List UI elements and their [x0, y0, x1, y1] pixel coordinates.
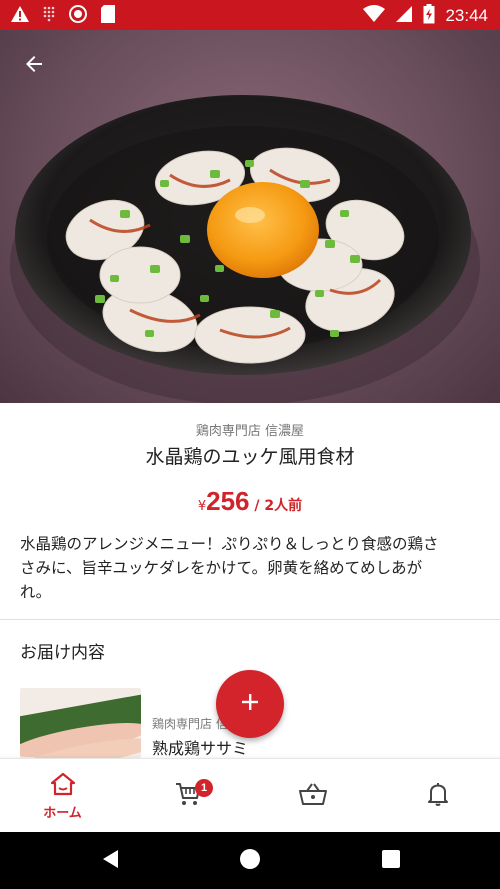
recents-square-icon: [381, 849, 401, 873]
price-value: 256: [206, 486, 250, 516]
warning-icon: [10, 5, 30, 27]
nav-item-basket[interactable]: [250, 759, 375, 833]
status-bar: 23:44: [0, 0, 500, 30]
back-triangle-icon: [100, 848, 120, 874]
signal-icon: [395, 5, 413, 27]
list-item-name[interactable]: 熟成鶏ササミ: [152, 735, 248, 759]
nav-item-cart[interactable]: 1: [125, 759, 250, 833]
product-title: 水晶鶏のユッケ風用食材: [145, 446, 355, 468]
system-navigation-bar: [0, 832, 500, 889]
back-button[interactable]: [16, 48, 52, 84]
price-serving: / 2人前: [249, 498, 303, 514]
arrow-left-icon: [22, 52, 46, 80]
sd-card-icon: [100, 4, 116, 28]
price: ¥256 / 2人前: [0, 486, 500, 517]
nav-label-home: ホーム: [43, 805, 82, 821]
home-icon: [50, 772, 76, 800]
store-name: 鶏肉専門店 信濃屋: [195, 424, 305, 439]
system-back-button[interactable]: [95, 846, 125, 876]
list-item-thumbnail[interactable]: [20, 688, 141, 758]
price-currency: ¥: [197, 499, 207, 514]
divider: [0, 619, 500, 620]
bell-icon: [426, 781, 450, 811]
grid-icon: [42, 5, 56, 27]
record-icon: [68, 4, 88, 28]
product-image: [0, 30, 500, 403]
clock: 23:44: [445, 6, 488, 25]
cart-badge: 1: [195, 779, 213, 797]
system-recents-button[interactable]: [376, 846, 406, 876]
plus-icon: [240, 692, 260, 716]
section-title-delivery: お届け内容: [20, 643, 105, 663]
wifi-icon: [363, 5, 386, 27]
nav-item-home[interactable]: ホーム: [0, 759, 125, 833]
home-circle-icon: [239, 848, 261, 874]
dish-illustration: [10, 95, 480, 403]
system-home-button[interactable]: [235, 846, 265, 876]
product-description: 水晶鶏のアレンジメニュー！ぷりぷり＆しっとり食感の鶏ささみに、旨辛ユッケダレをか…: [20, 535, 439, 601]
basket-icon: [298, 781, 328, 811]
bottom-navigation: ホーム 1: [0, 758, 500, 832]
battery-charging-icon: [423, 4, 435, 28]
add-button[interactable]: [216, 670, 284, 738]
nav-item-notifications[interactable]: [375, 759, 500, 833]
